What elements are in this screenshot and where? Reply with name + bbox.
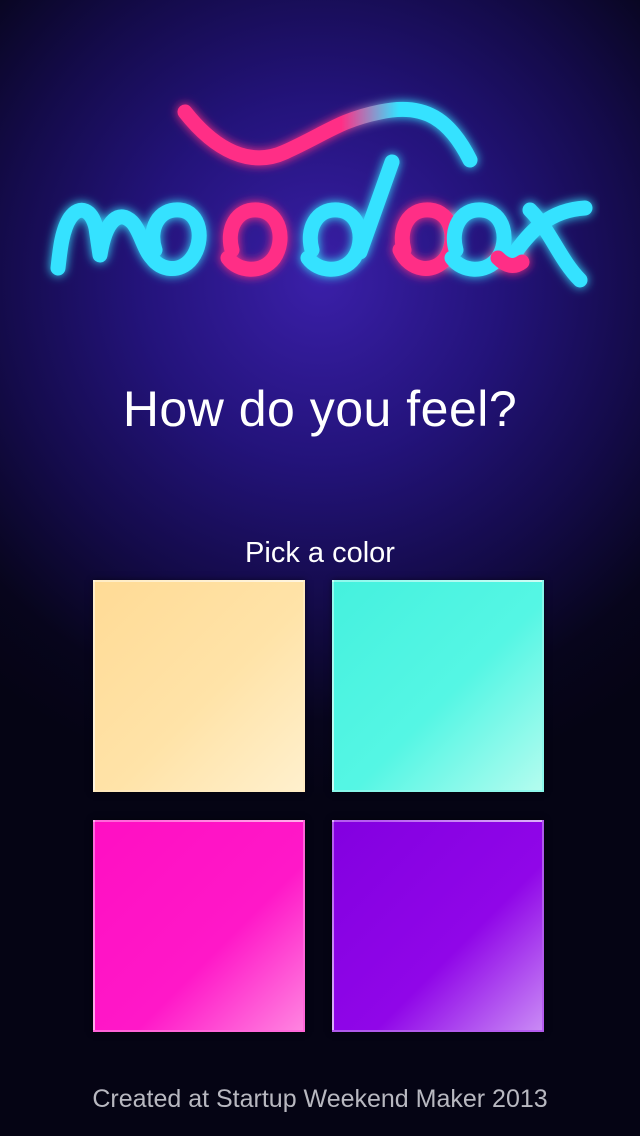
color-swatch-aqua[interactable] — [332, 580, 544, 792]
footer-credit: Created at Startup Weekend Maker 2013 — [92, 1085, 548, 1113]
logo-letter-d — [300, 154, 400, 277]
logo-letter-o1 — [144, 202, 207, 276]
moodbox-logo — [50, 101, 593, 288]
color-swatch-purple[interactable] — [332, 820, 544, 1032]
color-swatch-yellow[interactable] — [93, 580, 305, 792]
page-title: How do you feel? — [122, 381, 518, 437]
logo-letter-o2 — [220, 202, 288, 277]
logo-letter-m — [50, 202, 160, 276]
logo-letter-b — [392, 202, 460, 276]
pick-color-label: Pick a color — [245, 537, 395, 569]
logo-top-wave — [177, 101, 478, 168]
color-swatch-pink[interactable] — [93, 820, 305, 1032]
